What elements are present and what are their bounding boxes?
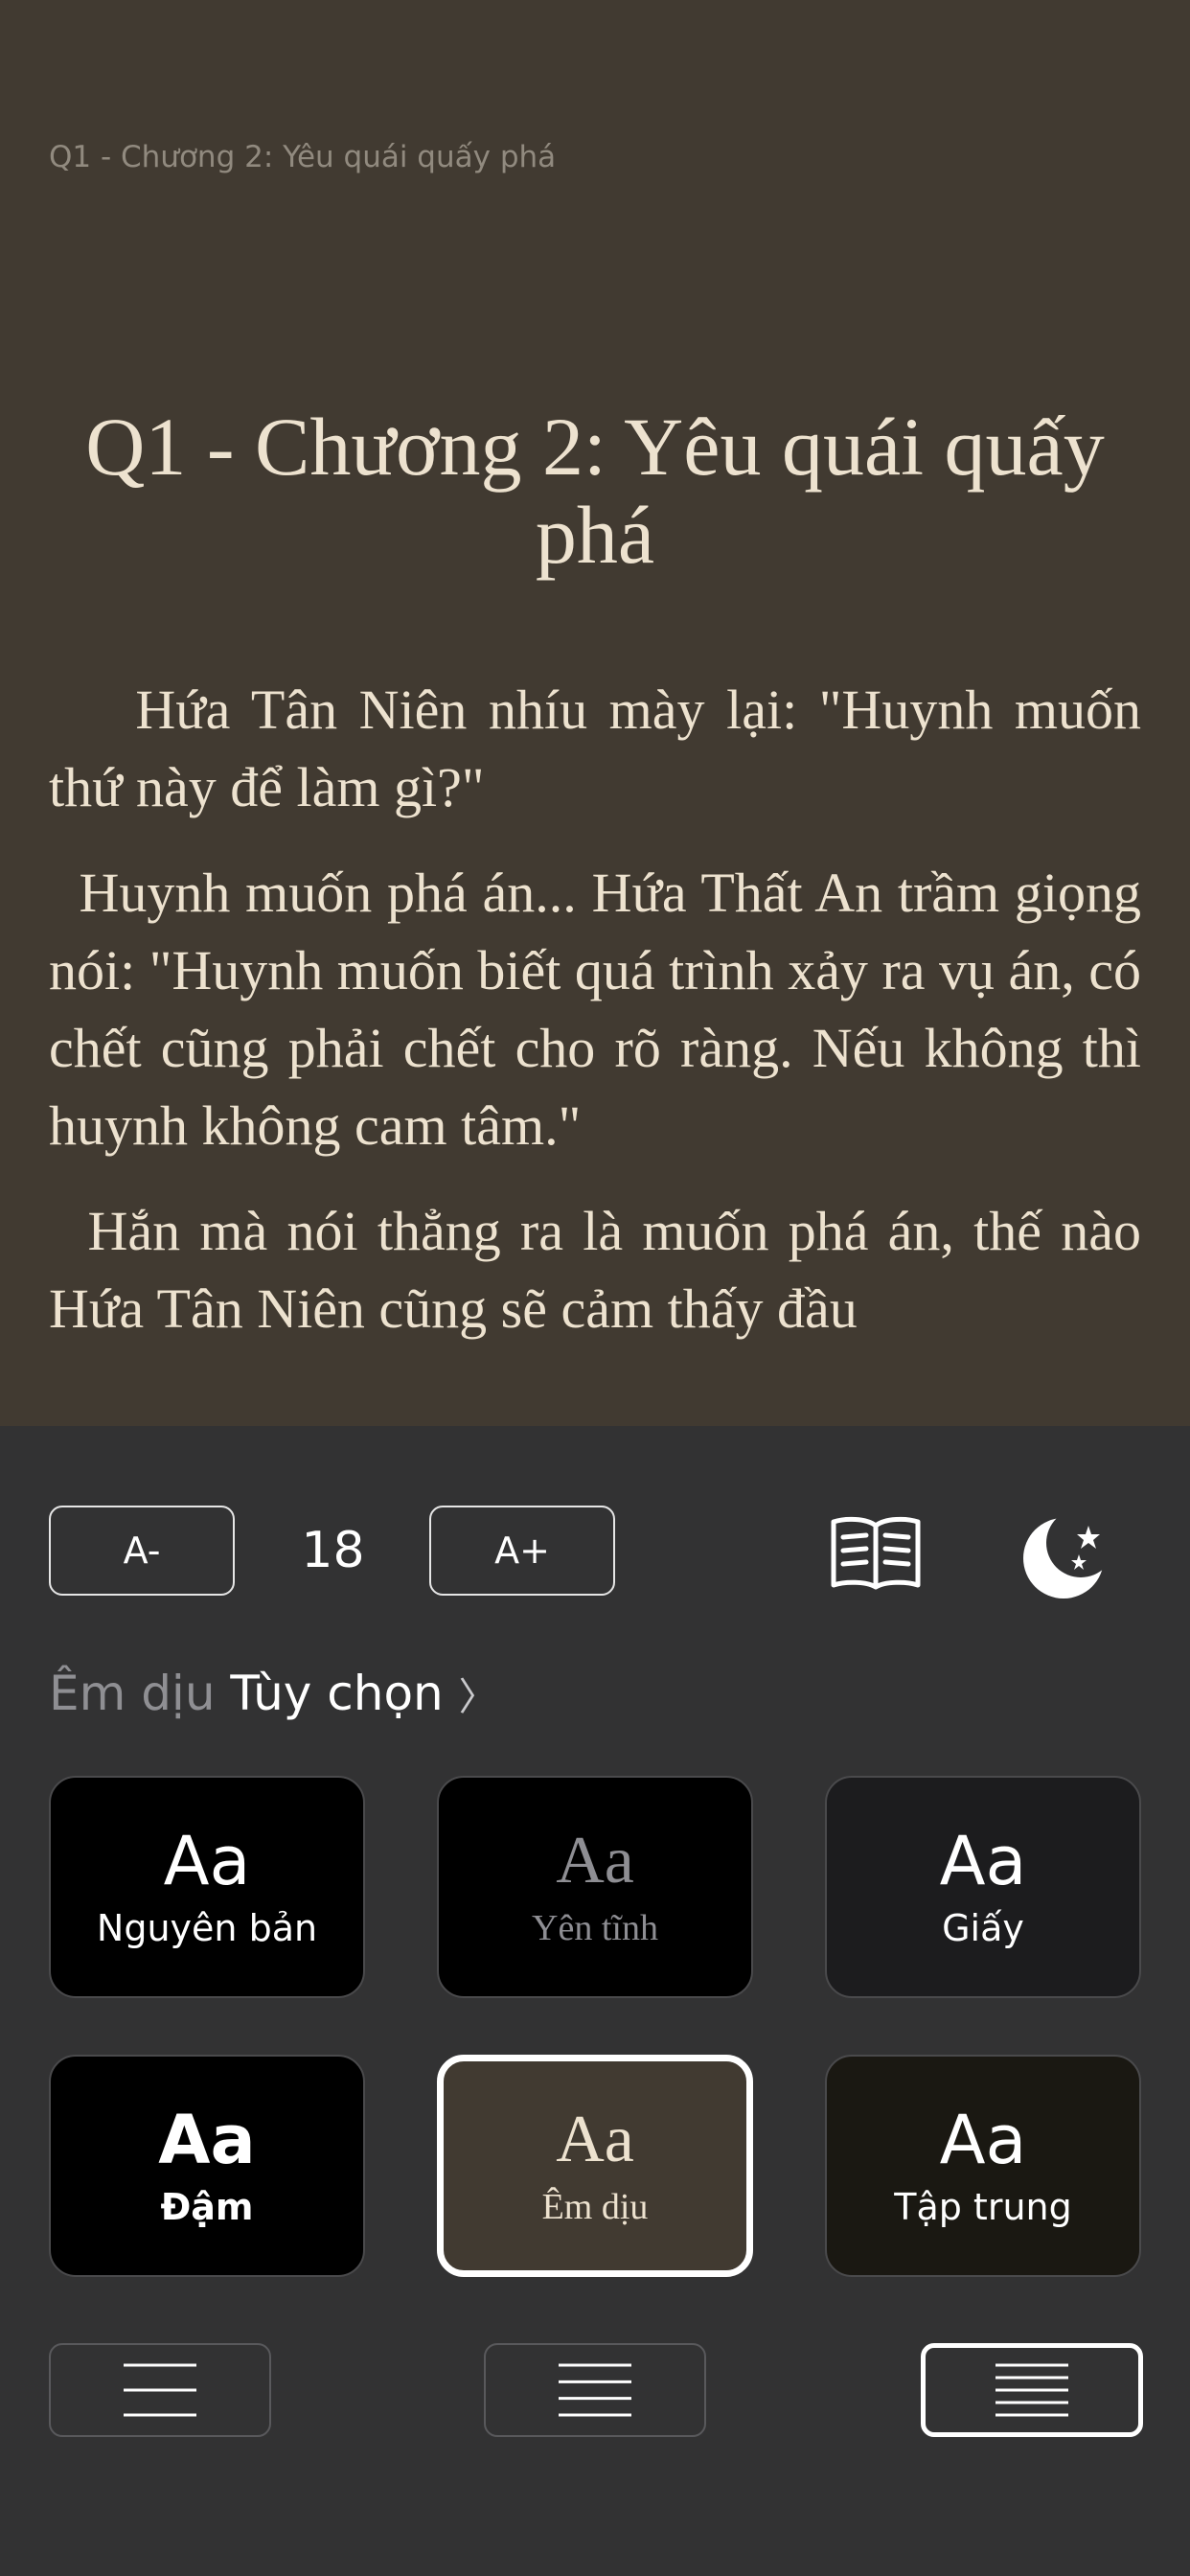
reading-area[interactable]: Q1 - Chương 2: Yêu quái quấy phá Q1 - Ch… <box>0 0 1190 1426</box>
line-spacing-icon <box>995 2363 1068 2417</box>
theme-tile-label: Giấy <box>942 1907 1024 1949</box>
paragraph: Hắn mà nói thẳng ra là muốn phá án, thế … <box>49 1200 1156 1340</box>
theme-tile-sample: Aa <box>939 1822 1027 1900</box>
theme-tile-label: Đậm <box>160 2186 254 2228</box>
line-spacing-icon <box>559 2363 631 2417</box>
display-settings-panel: A- 18 A+ Êm dịu Tùy chọn 〉 Aa Nguyên bản… <box>0 1426 1190 2576</box>
theme-tile-sample: Aa <box>939 2101 1027 2179</box>
font-size-value: 18 <box>301 1522 365 1579</box>
theme-tile-label: Êm dịu <box>541 2187 649 2227</box>
theme-tile-sample: Aa <box>556 1824 634 1898</box>
moon-stars-icon[interactable] <box>1019 1506 1115 1602</box>
theme-tile[interactable]: Aa Yên tĩnh <box>437 1776 753 1998</box>
paragraph: Huynh muốn phá án... Hứa Thất An trầm gi… <box>49 862 1156 1157</box>
paragraph: Hứa Tân Niên nhíu mày lại: "Huynh muốn t… <box>49 678 1156 818</box>
theme-tile-label: Yên tĩnh <box>532 1908 658 1948</box>
decrease-font-button[interactable]: A- <box>49 1506 235 1596</box>
current-theme-name: Êm dịu <box>49 1666 216 1721</box>
reader-app: Q1 - Chương 2: Yêu quái quấy phá Q1 - Ch… <box>0 0 1190 2576</box>
theme-tile-sample: Aa <box>158 2101 256 2179</box>
theme-selector-row[interactable]: Êm dịu Tùy chọn 〉 <box>49 1666 497 1721</box>
theme-tile[interactable]: Aa Nguyên bản <box>49 1776 365 1998</box>
line-spacing-medium-button[interactable] <box>484 2343 706 2437</box>
line-spacing-compact-button[interactable] <box>921 2343 1143 2437</box>
theme-tile-label: Nguyên bản <box>96 1907 318 1949</box>
chapter-title: Q1 - Chương 2: Yêu quái quấy phá <box>85 401 1105 581</box>
book-icon[interactable] <box>830 1514 922 1591</box>
theme-tile-sample: Aa <box>556 2103 634 2176</box>
theme-tile[interactable]: Aa Tập trung <box>825 2055 1141 2277</box>
theme-tile[interactable]: Aa Giấy <box>825 1776 1141 1998</box>
chevron-right-icon: 〉 <box>458 1675 497 1719</box>
theme-tile[interactable]: Aa Êm dịu <box>437 2055 753 2277</box>
line-spacing-icon <box>124 2363 196 2417</box>
chapter-body: Hứa Tân Niên nhíu mày lại: "Huynh muốn t… <box>49 671 1141 1375</box>
theme-tile-sample: Aa <box>163 1822 251 1900</box>
theme-tile[interactable]: Aa Đậm <box>49 2055 365 2277</box>
theme-tile-label: Tập trung <box>894 2186 1072 2228</box>
line-spacing-wide-button[interactable] <box>49 2343 271 2437</box>
theme-options-link[interactable]: Tùy chọn <box>230 1666 443 1721</box>
increase-font-button[interactable]: A+ <box>429 1506 615 1596</box>
running-header: Q1 - Chương 2: Yêu quái quấy phá <box>49 140 557 174</box>
